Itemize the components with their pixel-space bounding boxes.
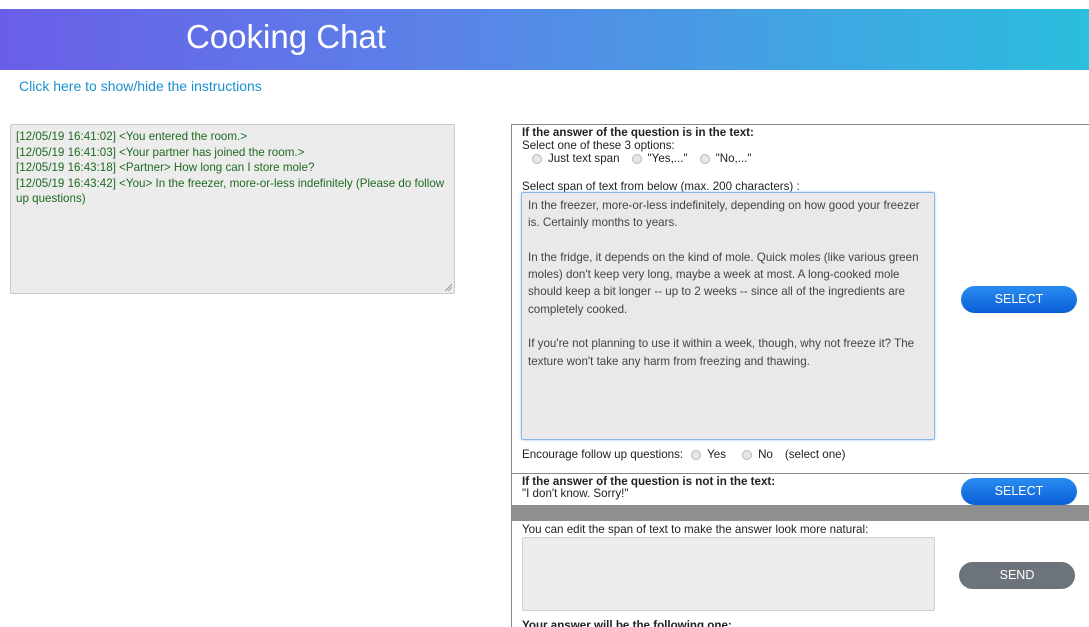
toggle-instructions-link[interactable]: Click here to show/hide the instructions <box>19 78 262 94</box>
source-paragraph: In the freezer, more-or-less indefinitel… <box>528 199 920 230</box>
answer-not-in-text-section: If the answer of the question is not in … <box>512 473 1089 506</box>
answer-in-text-section: If the answer of the question is in the … <box>512 124 1089 473</box>
chat-message: [12/05/19 16:41:03] <Your partner has jo… <box>16 145 305 159</box>
resize-grip-icon[interactable] <box>444 283 453 292</box>
select-span-button[interactable]: SELECT <box>961 286 1077 313</box>
app-header: Cooking Chat <box>0 9 1089 70</box>
option-label: "No,..." <box>715 152 752 165</box>
option-no-radio[interactable] <box>699 153 710 164</box>
final-answer-label: Your answer will be the following one: <box>522 619 732 627</box>
encourage-no-radio[interactable] <box>742 449 753 460</box>
send-button[interactable]: SEND <box>959 562 1075 589</box>
encourage-label: Encourage follow up questions: <box>522 448 684 461</box>
answer-not-in-text-value: "I don't know. Sorry!" <box>522 487 629 500</box>
options-label: Select one of these 3 options: <box>522 139 675 152</box>
encourage-hint: (select one) <box>784 448 846 461</box>
section-divider <box>512 506 1089 521</box>
answer-in-text-heading: If the answer of the question is in the … <box>522 126 754 139</box>
source-paragraph: In the fridge, it depends on the kind of… <box>528 250 919 316</box>
app-title: Cooking Chat <box>186 18 386 55</box>
encourage-yes-label: Yes <box>707 448 727 461</box>
select-dont-know-button[interactable]: SELECT <box>961 478 1077 505</box>
source-paragraph: If you're not planning to use it within … <box>528 337 915 368</box>
edit-answer-field[interactable] <box>522 537 935 611</box>
option-label: "Yes,..." <box>647 152 688 165</box>
option-label: Just text span <box>548 152 620 165</box>
encourage-no-label: No <box>758 448 773 461</box>
option-just-text-span-radio[interactable] <box>532 153 542 164</box>
option-yes-radio[interactable] <box>631 153 642 164</box>
chat-message: [12/05/19 16:43:42] <You> In the freezer… <box>16 176 445 206</box>
encourage-yes-radio[interactable] <box>691 449 702 460</box>
chat-message: [12/05/19 16:41:02] <You entered the roo… <box>16 130 247 143</box>
edit-answer-section: You can edit the span of text to make th… <box>512 521 1089 627</box>
edit-label: You can edit the span of text to make th… <box>522 523 869 536</box>
answer-type-options: Just text span "Yes,..." "No,..." <box>532 152 764 165</box>
answer-panel: If the answer of the question is in the … <box>511 124 1089 627</box>
chat-log[interactable]: [12/05/19 16:41:02] <You entered the roo… <box>10 124 455 294</box>
source-text-area[interactable]: In the freezer, more-or-less indefinitel… <box>521 192 935 440</box>
chat-message: [12/05/19 16:43:18] <Partner> How long c… <box>16 161 315 174</box>
encourage-follow-up-row: Encourage follow up questions: Yes No (s… <box>522 448 845 461</box>
